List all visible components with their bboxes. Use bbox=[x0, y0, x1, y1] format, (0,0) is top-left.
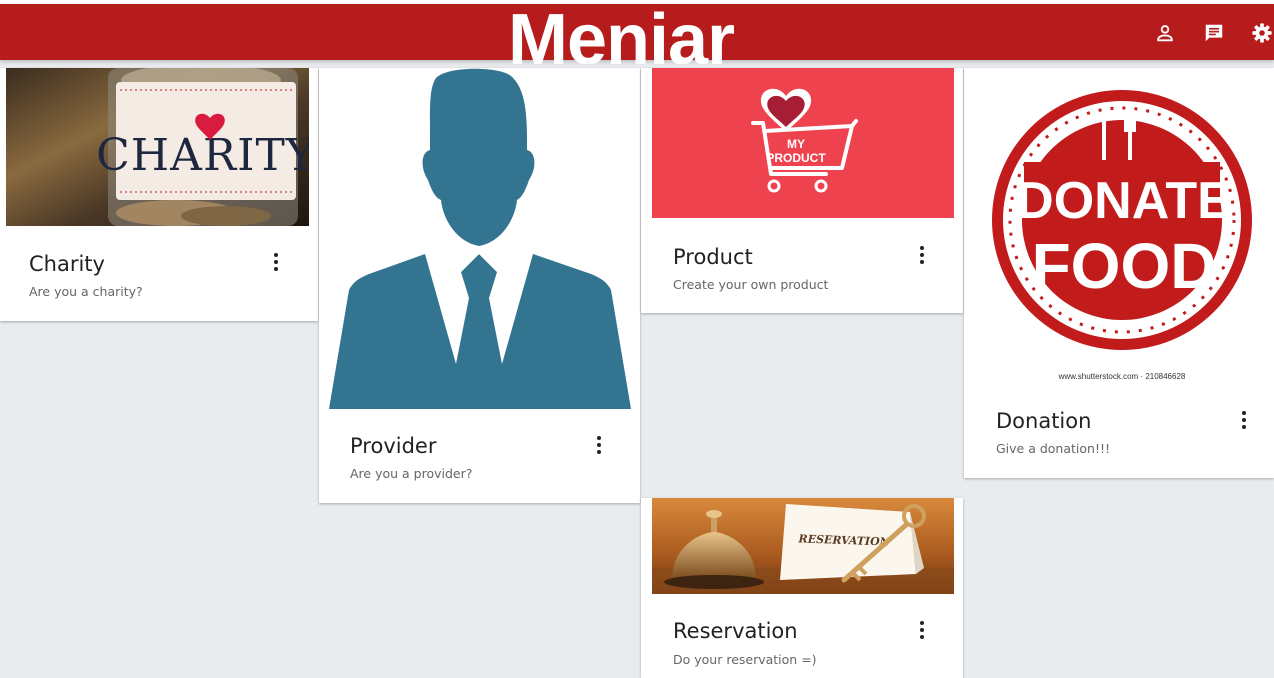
more-vert-icon[interactable] bbox=[592, 434, 606, 456]
reservation-image: RESERVATION bbox=[652, 498, 954, 594]
card-subtitle: Give a donation!!! bbox=[996, 441, 1110, 456]
chat-icon[interactable] bbox=[1203, 22, 1225, 44]
card-subtitle: Are you a charity? bbox=[29, 284, 143, 299]
card-reservation[interactable]: RESERVATION Reservation Do your reservat… bbox=[641, 498, 963, 678]
more-vert-icon[interactable] bbox=[915, 619, 929, 641]
card-title: Charity bbox=[29, 252, 105, 276]
charity-image: CHARITY bbox=[6, 68, 309, 226]
more-vert-icon[interactable] bbox=[915, 244, 929, 266]
donation-image-caption: www.shutterstock.com · 210846628 bbox=[1058, 372, 1186, 381]
account-icon[interactable] bbox=[1154, 22, 1176, 44]
donation-image-text-1: DONATE bbox=[1016, 172, 1232, 230]
card-product[interactable]: MY PRODUCT Product Create your own produ… bbox=[641, 68, 963, 313]
card-provider[interactable]: Provider Are you a provider? bbox=[319, 68, 640, 503]
more-vert-icon[interactable] bbox=[1237, 409, 1251, 431]
card-donation[interactable]: DONATE FOOD www.shutterstock.com · 21084… bbox=[964, 68, 1274, 478]
brand-title: Meniar bbox=[508, 0, 735, 64]
card-title: Provider bbox=[350, 434, 437, 458]
card-title: Donation bbox=[996, 409, 1092, 433]
card-title: Reservation bbox=[673, 619, 798, 643]
settings-icon[interactable] bbox=[1251, 22, 1273, 44]
card-subtitle: Create your own product bbox=[673, 277, 829, 292]
product-image: MY PRODUCT bbox=[652, 68, 954, 218]
donation-image: DONATE FOOD www.shutterstock.com · 21084… bbox=[974, 68, 1272, 386]
card-title: Product bbox=[673, 245, 753, 269]
card-subtitle: Do your reservation =) bbox=[673, 652, 817, 667]
card-subtitle: Are you a provider? bbox=[350, 466, 473, 481]
product-image-text-2: PRODUCT bbox=[766, 151, 826, 165]
card-charity[interactable]: CHARITY Charity Are you a charity? bbox=[0, 68, 318, 321]
more-vert-icon[interactable] bbox=[269, 251, 283, 273]
app-bar: Meniar bbox=[0, 0, 1274, 64]
provider-image bbox=[329, 68, 631, 409]
charity-image-text: CHARITY bbox=[96, 130, 309, 181]
product-image-text-1: MY bbox=[787, 137, 805, 151]
donation-image-text-2: FOOD bbox=[1032, 230, 1217, 302]
